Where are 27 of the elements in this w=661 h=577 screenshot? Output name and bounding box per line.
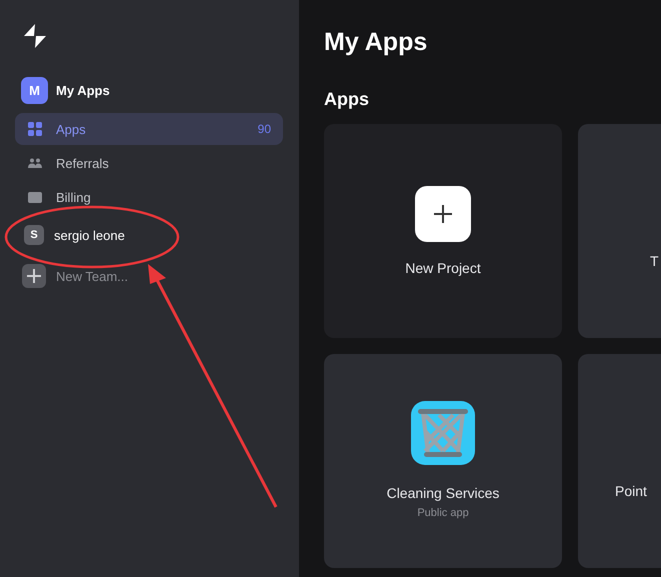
plus-icon xyxy=(22,264,46,288)
workspace-name: My Apps xyxy=(56,83,110,98)
people-icon xyxy=(28,158,42,168)
sidebar-item[interactable]: Billing xyxy=(15,181,283,213)
team-item[interactable]: S sergio leone xyxy=(15,219,283,251)
card-icon xyxy=(28,192,42,202)
section-heading: Apps xyxy=(324,88,370,110)
logo-icon xyxy=(22,23,48,49)
page-title: My Apps xyxy=(324,27,428,57)
app-card[interactable]: Point xyxy=(578,354,661,568)
sidebar-item[interactable]: Apps 90 xyxy=(15,113,283,145)
new-project-card[interactable]: New Project xyxy=(324,124,562,338)
plus-icon xyxy=(415,186,471,242)
workspace-avatar: M xyxy=(21,77,48,104)
app-card[interactable]: T xyxy=(578,124,661,338)
card-title: T xyxy=(649,253,659,269)
app-card[interactable]: Cleaning Services Public app xyxy=(324,354,562,568)
sidebar-item[interactable]: Referrals xyxy=(15,147,283,179)
card-title: Cleaning Services xyxy=(386,485,500,501)
team-avatar: S xyxy=(24,225,44,245)
wastebasket-icon xyxy=(411,401,475,465)
card-title: Point xyxy=(614,483,647,499)
item-count: 90 xyxy=(258,122,271,136)
card-title: New Project xyxy=(405,260,481,276)
grid-icon xyxy=(28,122,42,136)
card-subtitle: Public app xyxy=(417,507,469,519)
new-team-button[interactable]: New Team... xyxy=(15,260,283,292)
